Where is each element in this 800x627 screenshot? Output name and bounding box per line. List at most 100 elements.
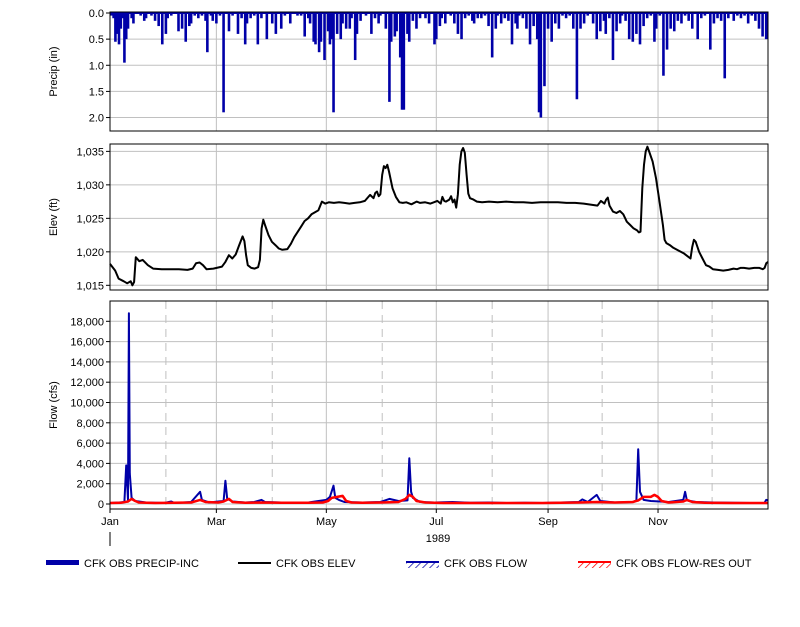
precip-bar [303, 13, 306, 37]
legend-swatch [46, 560, 79, 565]
precip-bar [157, 13, 160, 27]
precip-bar [227, 13, 231, 32]
precip-bar [599, 13, 602, 32]
precip-bar [384, 13, 388, 29]
legend-item: CFK OBS FLOW [406, 558, 528, 570]
x-tick-label: Jan [101, 516, 119, 528]
y-tick-label: 14,000 [70, 357, 104, 369]
precip-bar [690, 13, 694, 29]
precip-bar [245, 13, 249, 24]
precip-bar [279, 13, 283, 29]
precip-bar [557, 13, 561, 29]
precip-bar [472, 13, 476, 24]
x-axis: Jan Mar May Jul Sep Nov 1989 [101, 509, 668, 546]
y-tick-label: 0 [98, 499, 104, 511]
precip-bar [680, 13, 683, 24]
precip-bar [696, 13, 699, 40]
precip-bar [308, 13, 312, 24]
x-tick-label: Mar [207, 516, 226, 528]
precip-bar [332, 13, 335, 113]
precip-bar [434, 13, 438, 40]
precip-bar [359, 13, 362, 21]
precip-bar [153, 13, 157, 21]
precip-bar [355, 13, 359, 34]
precip-bar [270, 13, 274, 24]
precip-bar [411, 13, 415, 21]
precip-bar [444, 13, 447, 24]
y-tick-label: 1,015 [76, 280, 104, 292]
precip-bar [528, 13, 532, 45]
precip-bar [319, 13, 323, 42]
x-tick-label: Jul [429, 516, 443, 528]
y-tick-label: 16,000 [70, 337, 104, 349]
y-axis-label: Precip (in) [48, 46, 60, 96]
precip-bar [665, 13, 669, 50]
precip-bar [132, 13, 135, 24]
y-tick-label: 8,000 [76, 418, 104, 430]
precip-bar [575, 13, 579, 100]
precip-bar [687, 13, 690, 21]
flow-panel: 0 2,000 4,000 6,000 8,000 10,000 12,000 14,000 1… [48, 300, 769, 511]
precip-bar [654, 13, 658, 29]
precip-bar [591, 13, 595, 24]
precip-bar [615, 13, 618, 32]
precip-bar [288, 13, 292, 24]
precip-bar [635, 13, 638, 34]
precip-bar [256, 13, 260, 45]
legend-label: CFK OBS ELEV [276, 558, 356, 570]
precip-bar [274, 13, 278, 34]
y-tick-label: 1,035 [76, 146, 104, 158]
precip-bar [754, 13, 757, 21]
precip-bar [487, 13, 490, 27]
y-tick-label: 6,000 [76, 438, 104, 450]
precip-bar [211, 13, 215, 21]
precip-bar [344, 13, 348, 29]
legend-label: CFK OBS FLOW [444, 558, 528, 570]
hydrograph-chart: 0.00.51.01.52.0Precip (in) 1,0151,0201,0… [46, 8, 769, 570]
precip-bar [532, 13, 535, 27]
precip-bar [712, 13, 716, 24]
precip-bar [638, 13, 642, 45]
y-tick-label: 1,030 [76, 180, 104, 192]
precip-bar [222, 13, 225, 113]
y-tick-label: 12,000 [70, 377, 104, 389]
y-tick-label: 2.0 [89, 113, 104, 125]
precip-bar [389, 13, 393, 42]
precip-bar [160, 13, 164, 45]
precip-bar [543, 13, 546, 87]
elevation-panel: 1,015 1,020 1,025 1,030 1,035 Elev (ft) [48, 143, 769, 292]
flow-plot-area [109, 300, 769, 510]
y-tick-label: 1,020 [76, 247, 104, 259]
y-tick-label: 1.0 [89, 60, 104, 72]
precip-bar [546, 13, 550, 29]
y-tick-label: 1,025 [76, 213, 104, 225]
precip-bar [507, 13, 510, 21]
legend-label: CFK OBS FLOW-RES OUT [616, 558, 752, 570]
precip-bar [189, 13, 193, 24]
precip-bar [746, 13, 750, 24]
precip-bar [510, 13, 514, 45]
precip-bar [611, 13, 615, 61]
y-tick-label: 18,000 [70, 316, 104, 328]
precip-bar [676, 13, 680, 21]
y-tick-label: 10,000 [70, 398, 104, 410]
x-tick-label: Nov [648, 516, 668, 528]
precip-bar [395, 13, 398, 32]
legend-item: CFK OBS FLOW-RES OUT [578, 558, 752, 570]
precip-bar [184, 13, 188, 42]
precip-bar [539, 13, 543, 118]
precip-bar [460, 13, 463, 40]
precip-bar [236, 13, 240, 34]
precip-bar [415, 13, 418, 29]
precip-bar [631, 13, 635, 42]
precip-bar [215, 13, 218, 24]
precip-bar [341, 13, 344, 24]
precip-bar [709, 13, 712, 50]
precip-bar [499, 13, 503, 24]
precip-plot-area [109, 11, 769, 132]
precip-bar [553, 13, 557, 24]
legend-item: CFK OBS PRECIP-INC [46, 558, 199, 570]
precip-bar [206, 13, 209, 53]
precip-bar [723, 13, 727, 79]
precip-bar [453, 13, 456, 24]
